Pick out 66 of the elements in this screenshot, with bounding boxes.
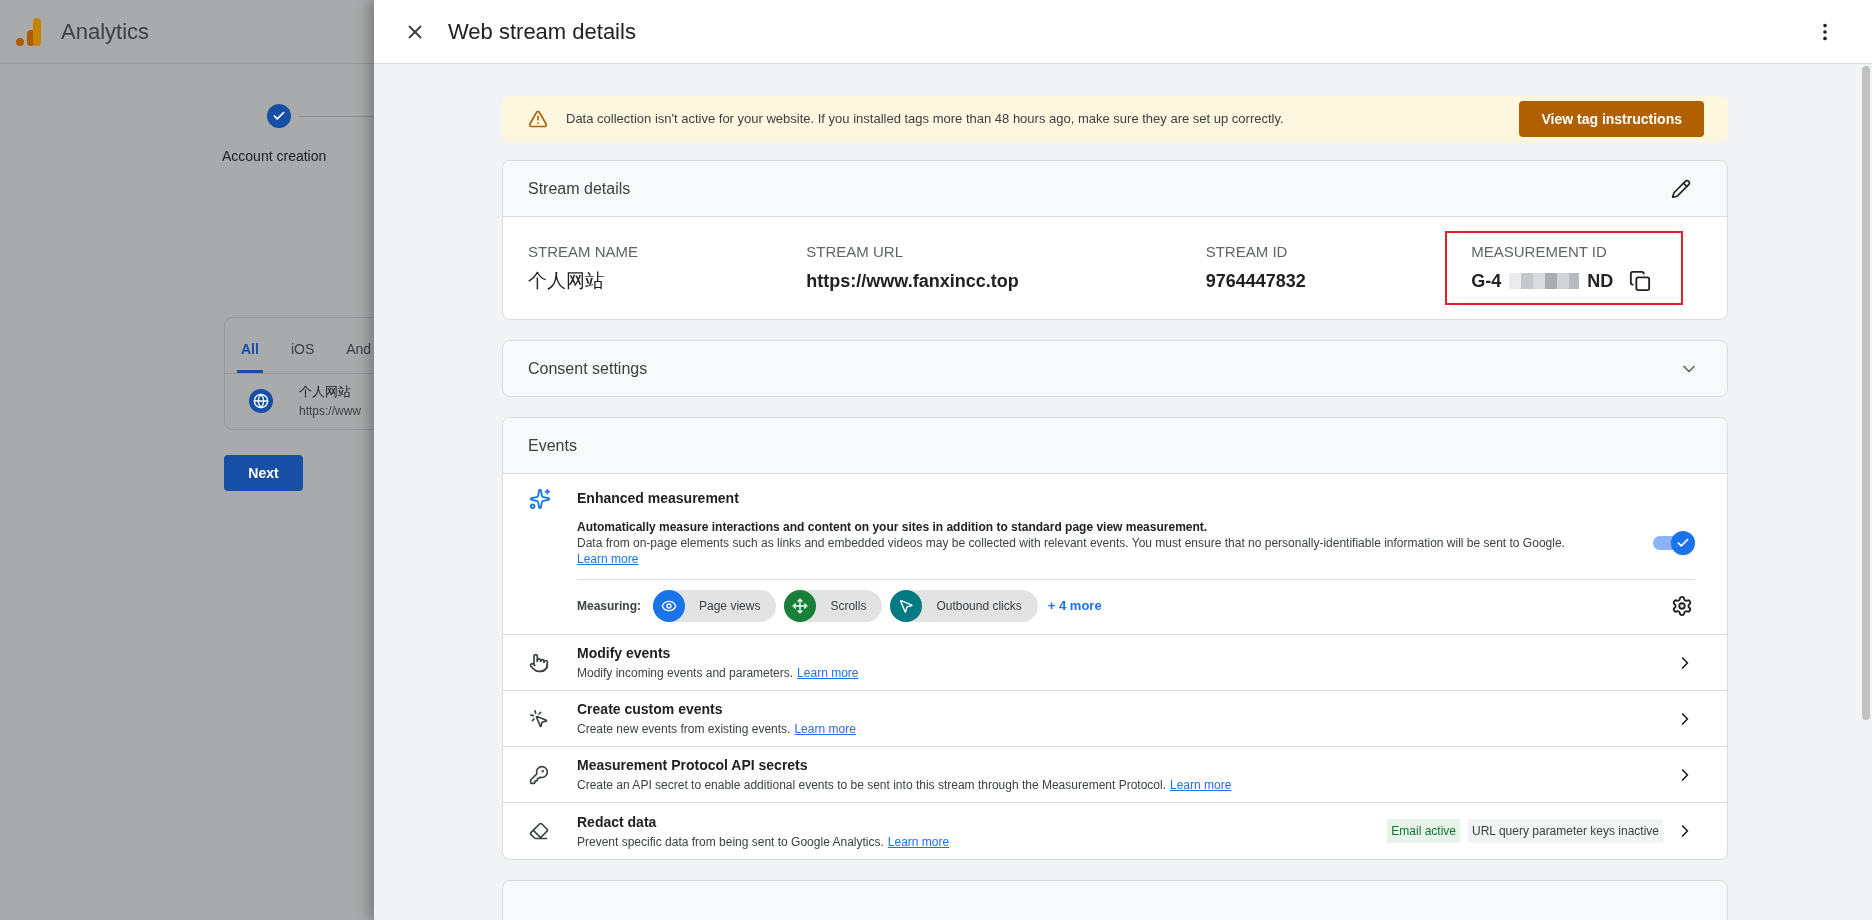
row-title: Create custom events [577, 700, 724, 719]
app-name: Analytics [61, 18, 150, 46]
stream-url: https://www [299, 402, 361, 420]
more-link[interactable]: + 4 more [1047, 596, 1102, 616]
pixelated-block [1509, 273, 1580, 290]
measurement-chip: Outbound clicks [890, 590, 1038, 622]
check-icon [1676, 536, 1690, 550]
next-button[interactable]: Next [224, 455, 303, 491]
warning-message: Data collection isn't active for your website. If you installed tags more than 48 hours ago, make sure they are set up correctly. [566, 110, 1284, 129]
field-value: 个人网站 [528, 269, 605, 293]
stream-tab[interactable]: iOS [286, 339, 319, 373]
row-description: Prevent specific data from being sent to Google Analytics. [577, 833, 884, 851]
description-text: Automatically measure interactions and content on your sites in addition to standard page view measurement. [577, 519, 1209, 535]
field-value: 9764447832 [1205, 269, 1307, 293]
row-icon [529, 708, 549, 729]
field-label: MEASUREMENT ID [1471, 242, 1608, 263]
field-value: G-4 [1471, 269, 1502, 293]
row-description: Modify incoming events and parameters. [577, 665, 794, 682]
section-title: Enhanced measurement [577, 489, 740, 508]
measurement-chip: Scrolls [784, 590, 883, 622]
stream-tab[interactable]: And [342, 339, 376, 373]
learn-more-link[interactable]: Learn more [1170, 776, 1232, 794]
copy-icon[interactable] [1629, 270, 1652, 293]
stream-name: 个人网站 [299, 383, 352, 401]
panel-title: Web stream details [448, 18, 636, 46]
learn-more-link[interactable]: Learn more [797, 664, 859, 682]
field-label: STREAM URL [806, 242, 905, 263]
measuring-label: Measuring: [577, 598, 641, 615]
field-label: STREAM NAME [528, 241, 639, 262]
row-title: Measurement Protocol API secrets [577, 756, 809, 775]
stream-tab[interactable]: All [237, 339, 263, 373]
row-icon [529, 821, 549, 841]
status-badge: URL query parameter keys inactive [1468, 819, 1663, 843]
edit-icon[interactable] [1671, 178, 1691, 199]
globe-icon [249, 388, 273, 413]
learn-more-link[interactable]: Learn more [887, 832, 950, 851]
warning-icon [528, 109, 548, 129]
learn-more-link[interactable]: Learn more [577, 551, 639, 567]
event-row[interactable]: Measurement Protocol API secrets Create an API secret to enable additional events to be sent into this stream through the Measurement Protocol. Learn more [503, 747, 1727, 803]
row-description: Create new events from existing events. [577, 721, 791, 738]
row-icon [529, 764, 549, 785]
description-text: Data from on-page elements such as links and embedded videos may be collected with relevant events. You must ensure that no personally-identifiable information will be sent to Google. [577, 535, 1566, 551]
field-value: https://www.fanxincc.top [806, 269, 1020, 293]
scrollbar[interactable] [1862, 66, 1870, 720]
row-description: Create an API secret to enable additional events to be sent into this stream through the Measurement Protocol. [577, 777, 1166, 794]
event-row[interactable]: Redact data Prevent specific data from being sent to Google Analytics. Learn more Email active URL query parameter keys inactive [503, 803, 1727, 859]
card-title: Consent settings [528, 358, 648, 379]
measurement-chip: Page views [653, 590, 777, 622]
row-icon [529, 652, 549, 673]
sparkle-icon [529, 488, 551, 510]
field-value: ND [1587, 269, 1614, 293]
learn-more-link[interactable]: Learn more [794, 720, 856, 738]
toggle-switch[interactable] [1651, 531, 1695, 555]
card-title: Events [528, 435, 577, 456]
row-title: Redact data [577, 812, 658, 832]
status-badge: Email active [1387, 819, 1461, 843]
row-title: Modify events [577, 644, 672, 663]
logo-icon [15, 16, 41, 47]
card-title: Stream details [528, 178, 631, 199]
step-label: Account creation [222, 147, 328, 166]
field-label: STREAM ID [1205, 242, 1289, 263]
settings-icon[interactable] [1671, 595, 1693, 617]
consent-settings-card[interactable]: Consent settings [502, 340, 1728, 397]
event-row[interactable]: Modify events Modify incoming events and parameters. Learn more [503, 635, 1727, 691]
view-tag-instructions-button[interactable]: View tag instructions [1519, 101, 1704, 137]
event-row[interactable]: Create custom events Create new events from existing events. Learn more [503, 691, 1727, 747]
